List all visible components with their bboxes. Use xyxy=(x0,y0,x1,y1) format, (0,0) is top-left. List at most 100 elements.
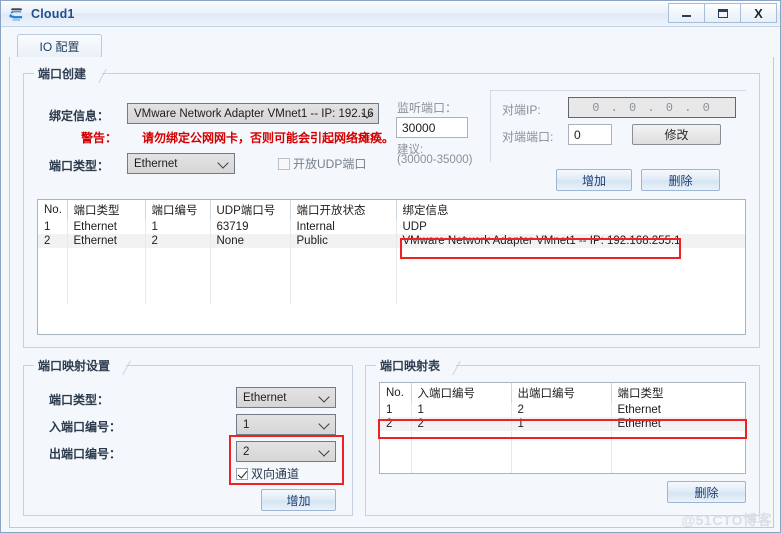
port-create-title: 端口创建 xyxy=(34,65,103,82)
cell-number: 1 xyxy=(145,220,211,234)
cell-udp: None xyxy=(210,234,291,248)
port-table-grid: No. 端口类型 端口编号 UDP端口号 端口开放状态 绑定信息 1 Ether… xyxy=(38,200,745,304)
mapping-table-title: 端口映射表 xyxy=(376,357,457,374)
open-udp-port-checkbox[interactable]: 开放UDP端口 xyxy=(278,155,366,172)
close-button[interactable]: X xyxy=(740,3,777,23)
map-col-type: 端口类型 xyxy=(611,383,745,403)
table-row[interactable] xyxy=(380,445,745,459)
port-col-number: 端口编号 xyxy=(145,200,211,220)
screenshot-root: Cloud1 X IO 配置 端口创建 绑定信息： VMware Network… xyxy=(0,0,781,533)
warning-label: 警告： xyxy=(81,131,118,145)
port-col-bind: 绑定信息 xyxy=(396,200,745,220)
port-type-label: 端口类型： xyxy=(49,159,110,173)
port-col-type: 端口类型 xyxy=(67,200,146,220)
modify-button[interactable]: 修改 xyxy=(632,124,721,145)
io-config-panel: 端口创建 绑定信息： VMware Network Adapter VMnet1… xyxy=(9,57,774,528)
listen-port-input[interactable]: 30000 xyxy=(396,117,468,138)
port-table[interactable]: No. 端口类型 端口编号 UDP端口号 端口开放状态 绑定信息 1 Ether… xyxy=(37,199,746,335)
mapping-table[interactable]: No. 入端口编号 出端口编号 端口类型 1 1 2 Ethernet 2 2 … xyxy=(379,382,746,474)
bind-info-label: 绑定信息： xyxy=(49,109,110,123)
table-row[interactable] xyxy=(38,248,745,262)
out-port-combo[interactable]: 2 xyxy=(236,441,336,462)
cell-type: Ethernet xyxy=(67,234,146,248)
add-mapping-button[interactable]: 增加 xyxy=(261,489,336,511)
mapping-table-header-row: No. 入端口编号 出端口编号 端口类型 xyxy=(380,383,745,403)
bidirectional-label: 双向通道 xyxy=(251,467,300,481)
cloud-config-window: Cloud1 X IO 配置 端口创建 绑定信息： VMware Network… xyxy=(0,0,781,533)
mapping-table-body: 1 1 2 Ethernet 2 2 1 Ethernet xyxy=(380,403,745,473)
table-row[interactable] xyxy=(38,290,745,304)
cloud-icon xyxy=(8,5,26,23)
add-port-button-label: 增加 xyxy=(581,173,606,188)
port-table-header-row: No. 端口类型 端口编号 UDP端口号 端口开放状态 绑定信息 xyxy=(38,200,745,220)
in-port-value: 1 xyxy=(243,418,250,431)
maximize-button[interactable] xyxy=(704,3,741,23)
cell-bind: VMware Network Adapter VMnet1 -- IP: 192… xyxy=(396,234,745,248)
port-type-value: Ethernet xyxy=(134,157,178,170)
minimize-icon xyxy=(682,15,691,17)
tab-io-config[interactable]: IO 配置 xyxy=(17,34,102,58)
in-port-combo[interactable]: 1 xyxy=(236,414,336,435)
mapping-port-type-label: 端口类型： xyxy=(49,393,110,407)
delete-port-button-label: 删除 xyxy=(668,173,693,188)
watermark: @51CTO博客 xyxy=(681,512,772,528)
tabstrip: IO 配置 xyxy=(9,34,774,58)
chevron-down-icon xyxy=(320,446,329,455)
table-row[interactable] xyxy=(38,276,745,290)
delete-mapping-button-label: 删除 xyxy=(694,485,719,500)
cell-status: Internal xyxy=(290,220,397,234)
in-port-label: 入端口编号： xyxy=(49,420,122,434)
minimize-button[interactable] xyxy=(668,3,705,23)
port-type-combo[interactable]: Ethernet xyxy=(127,153,235,174)
delete-port-button[interactable]: 删除 xyxy=(641,169,720,191)
suggest-line2: (30000-35000) xyxy=(397,154,473,166)
table-row[interactable]: 2 Ethernet 2 None Public VMware Network … xyxy=(38,234,745,248)
window-controls: X xyxy=(668,3,777,23)
mapping-port-type-combo[interactable]: Ethernet xyxy=(236,387,336,408)
port-col-no: No. xyxy=(38,200,68,220)
cell-out: 2 xyxy=(511,403,612,417)
cell-type: Ethernet xyxy=(617,404,661,416)
map-col-out: 出端口编号 xyxy=(511,383,612,403)
cell-no: 1 xyxy=(38,220,68,234)
port-col-status: 端口开放状态 xyxy=(290,200,397,220)
mapping-port-type-value: Ethernet xyxy=(243,391,287,404)
cell-no: 2 xyxy=(38,234,68,248)
maximize-icon xyxy=(717,8,728,18)
table-row[interactable]: 1 1 2 Ethernet xyxy=(380,403,745,417)
bind-info-combo[interactable]: VMware Network Adapter VMnet1 -- IP: 192… xyxy=(127,103,379,124)
peer-port-input[interactable]: 0 xyxy=(568,124,612,145)
peer-ip-value: 0 . 0 . 0 . 0 xyxy=(592,100,712,115)
mapping-settings-title: 端口映射设置 xyxy=(34,357,127,374)
cell-udp: 63719 xyxy=(210,220,291,234)
table-row[interactable] xyxy=(38,262,745,276)
checkbox-box xyxy=(236,467,248,480)
map-col-in: 入端口编号 xyxy=(411,383,512,403)
table-row[interactable]: 2 2 1 Ethernet xyxy=(380,417,745,431)
close-icon: X xyxy=(754,5,763,21)
add-port-button[interactable]: 增加 xyxy=(556,169,632,191)
table-row[interactable]: 1 Ethernet 1 63719 Internal UDP xyxy=(38,220,745,234)
cell-out: 1 xyxy=(511,417,612,431)
port-col-udp: UDP端口号 xyxy=(210,200,291,220)
port-create-group: 端口创建 绑定信息： VMware Network Adapter VMnet1… xyxy=(23,65,760,348)
chevron-down-icon xyxy=(320,392,329,401)
cell-no: 1 xyxy=(380,403,412,417)
listen-port-label: 监听端口： xyxy=(397,101,458,115)
chevron-down-icon xyxy=(363,108,372,117)
map-col-no: No. xyxy=(380,383,412,403)
mapping-table-head: No. 入端口编号 出端口编号 端口类型 xyxy=(380,383,745,403)
peer-port-label: 对端端口: xyxy=(502,130,554,144)
peer-ip-label: 对端IP: xyxy=(502,103,541,117)
cell-type: Ethernet xyxy=(67,220,146,234)
delete-mapping-button[interactable]: 删除 xyxy=(667,481,746,503)
cell-no: 2 xyxy=(380,417,412,431)
peer-ip-input[interactable]: 0 . 0 . 0 . 0 xyxy=(568,97,736,118)
table-row[interactable] xyxy=(380,459,745,473)
mapping-table-group: 端口映射表 No. 入端口编号 出端口编号 端口类型 1 1 2 Etherne… xyxy=(365,357,760,516)
table-row[interactable] xyxy=(380,431,745,445)
cell-bind: UDP xyxy=(402,221,427,233)
mapping-settings-group: 端口映射设置 端口类型： Ethernet 入端口编号： 1 出端口编号： 2 xyxy=(23,357,353,516)
listen-port-value: 30000 xyxy=(402,120,436,135)
bidirectional-checkbox[interactable]: 双向通道 xyxy=(236,465,299,482)
